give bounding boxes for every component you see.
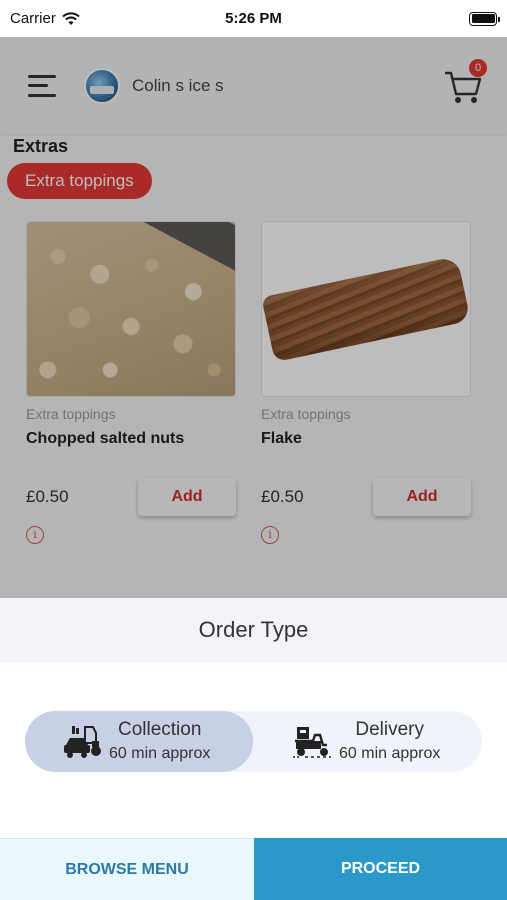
info-icon[interactable]: i	[261, 526, 279, 544]
product-price: £0.50	[26, 487, 69, 506]
order-type-collection[interactable]: Collection 60 min approx	[25, 711, 253, 772]
status-bar: Carrier 5:26 PM	[0, 0, 507, 37]
shop-name: Colin s ice s	[132, 75, 224, 95]
product-price-row: £0.50 Add	[26, 478, 236, 516]
product-category: Extra toppings	[261, 406, 351, 422]
proceed-button[interactable]: PROCEED	[254, 838, 507, 900]
order-type-toggle: Collection 60 min approx Delivery 60 min…	[25, 711, 482, 772]
product-card: Extra toppings Flake £0.50 Add i	[261, 221, 471, 561]
product-price-row: £0.50 Add	[261, 478, 471, 516]
add-to-cart-button[interactable]: Add	[373, 478, 471, 516]
wifi-icon	[62, 11, 80, 25]
product-image-chopped-nuts[interactable]	[26, 221, 236, 397]
carrier-label: Carrier	[10, 10, 56, 27]
shop-avatar	[84, 67, 120, 104]
delivery-label: Delivery	[355, 718, 424, 740]
browse-menu-button[interactable]: BROWSE MENU	[0, 838, 254, 900]
info-icon[interactable]: i	[26, 526, 44, 544]
app-header: Colin s ice s 0	[0, 37, 507, 134]
status-left: Carrier	[10, 10, 80, 27]
cart-count-badge: 0	[469, 59, 487, 77]
delivery-time: 60 min approx	[339, 744, 441, 762]
category-tab-extra-toppings[interactable]: Extra toppings	[7, 163, 152, 199]
cart-button[interactable]: 0	[443, 59, 487, 107]
collection-text: Collection 60 min approx	[109, 719, 210, 765]
product-card: Extra toppings Chopped salted nuts £0.50…	[26, 221, 236, 561]
collection-label: Collection	[117, 718, 202, 740]
delivery-scooter-icon	[293, 726, 331, 758]
order-type-delivery[interactable]: Delivery 60 min approx	[253, 711, 481, 772]
battery-icon	[469, 11, 500, 26]
sheet-title: Order Type	[0, 598, 507, 662]
menu-screen: Colin s ice s 0 Extras Extra toppings Ex…	[0, 37, 507, 598]
footer-actions: BROWSE MENU PROCEED	[0, 838, 507, 900]
delivery-text: Delivery 60 min approx	[339, 719, 440, 765]
product-category: Extra toppings	[26, 406, 116, 422]
product-price: £0.50	[261, 487, 304, 506]
collection-time: 60 min approx	[109, 744, 211, 762]
product-name: Flake	[261, 430, 302, 447]
add-to-cart-button[interactable]: Add	[138, 478, 236, 516]
product-image-flake[interactable]	[261, 221, 471, 397]
menu-hamburger-icon[interactable]	[28, 74, 58, 97]
section-title: Extras	[13, 136, 69, 156]
product-name: Chopped salted nuts	[26, 430, 185, 447]
car-icon	[64, 725, 101, 758]
